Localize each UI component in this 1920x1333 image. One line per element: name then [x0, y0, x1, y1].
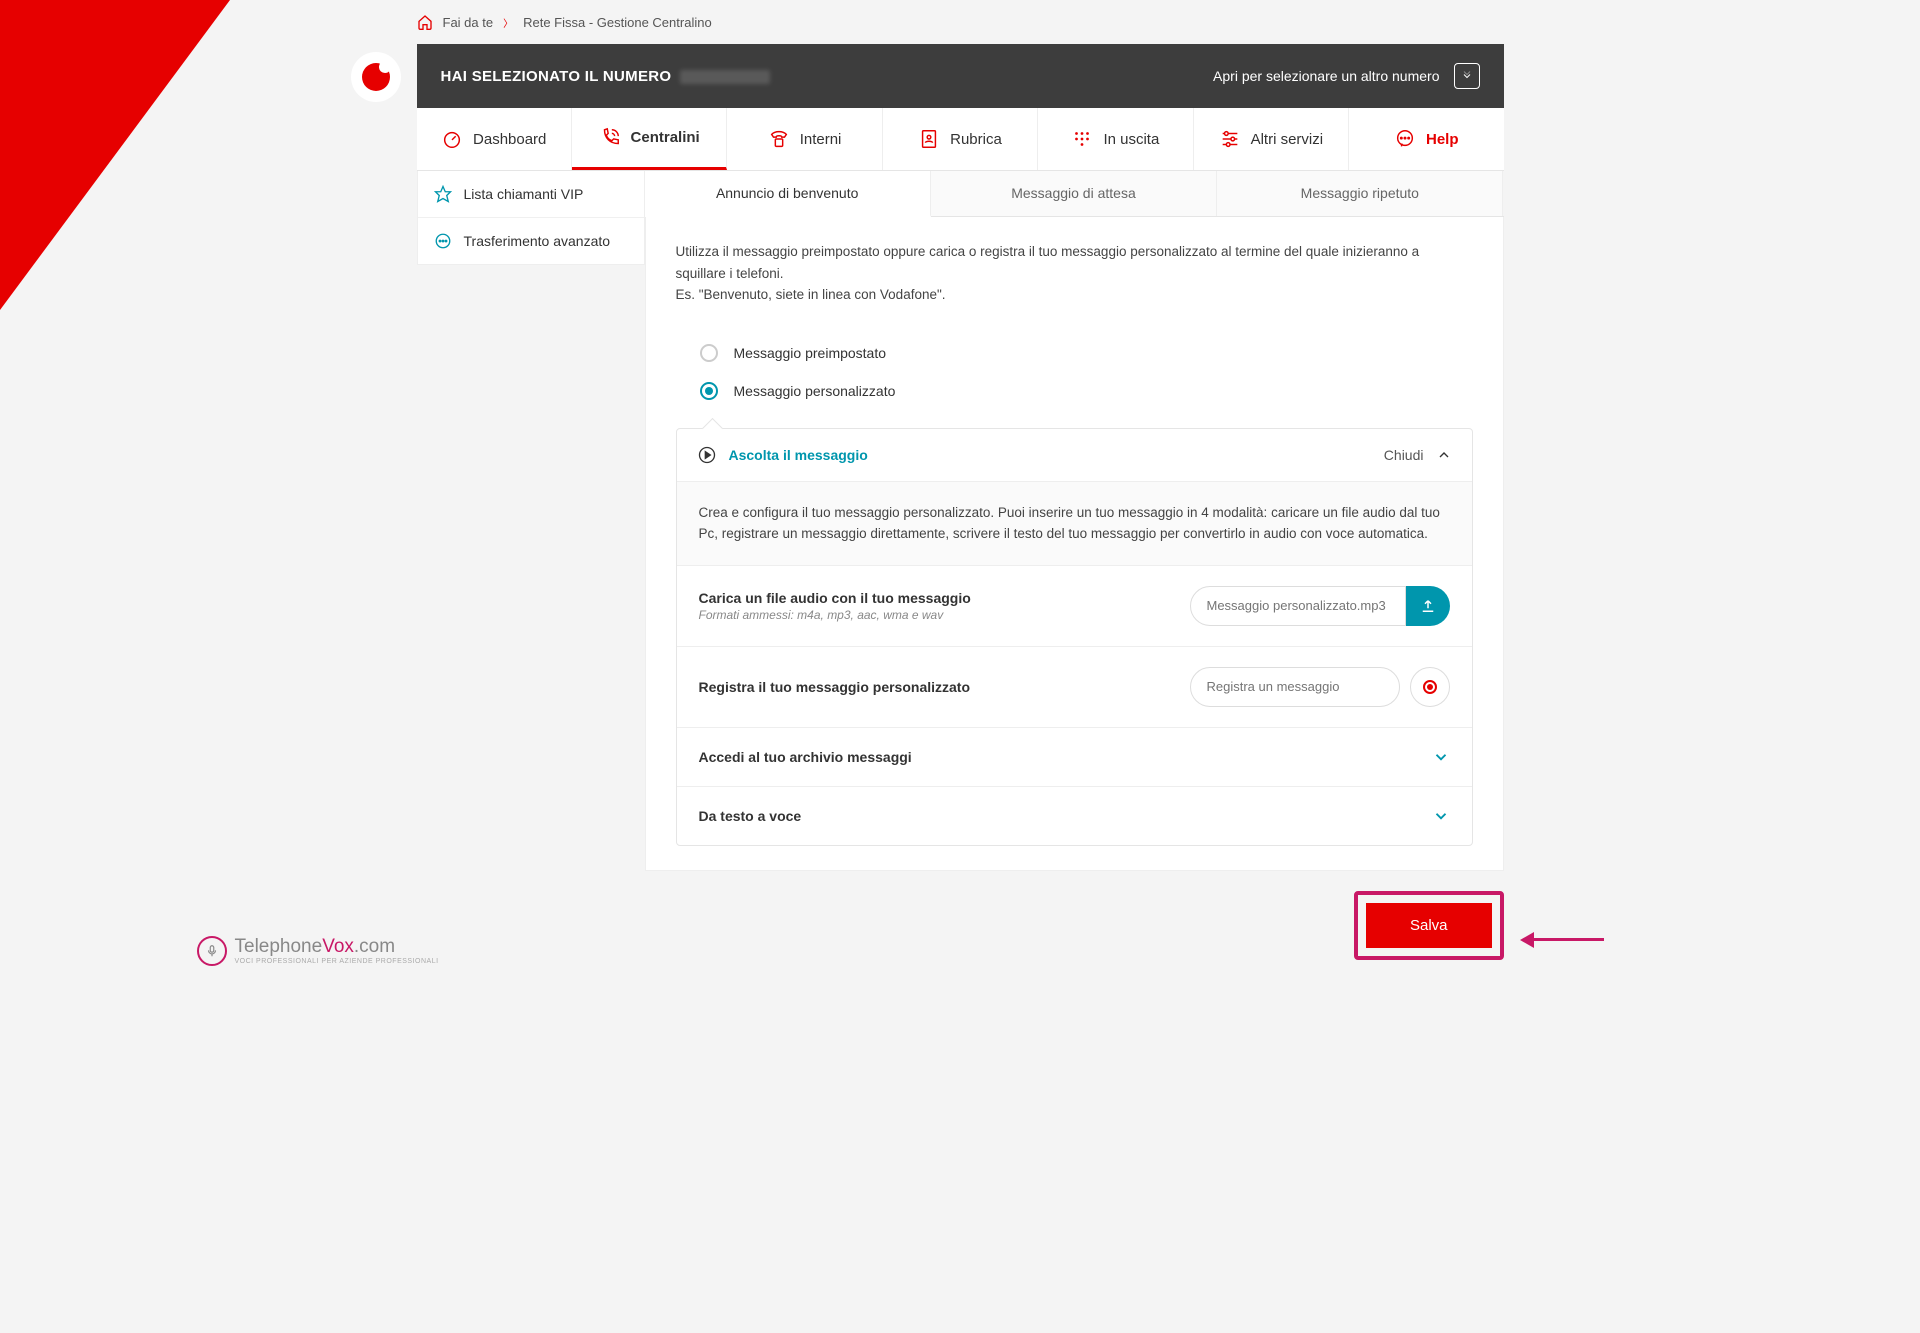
panel-description: Crea e configura il tuo messaggio person… — [677, 482, 1472, 565]
save-highlight: Salva — [1354, 891, 1504, 960]
radio-checked-icon — [700, 382, 718, 400]
chevron-down-icon — [1432, 748, 1450, 766]
decorative-triangle — [0, 0, 230, 310]
arrow-annotation — [1520, 932, 1604, 948]
record-input[interactable] — [1190, 667, 1400, 707]
dialpad-icon — [1071, 128, 1093, 150]
star-icon — [434, 185, 452, 203]
record-icon — [1423, 680, 1437, 694]
breadcrumb-current: Rete Fissa - Gestione Centralino — [523, 15, 712, 30]
breadcrumb: Fai da te 〉 Rete Fissa - Gestione Centra… — [417, 0, 1504, 44]
tab-uscita[interactable]: In uscita — [1038, 108, 1193, 170]
upload-row: Carica un file audio con il tuo messaggi… — [677, 565, 1472, 646]
subtab-ripetuto[interactable]: Messaggio ripetuto — [1217, 171, 1503, 216]
play-icon[interactable] — [697, 445, 717, 465]
record-label: Registra il tuo messaggio personalizzato — [699, 679, 1170, 695]
upload-formats: Formati ammessi: m4a, mp3, aac, wma e wa… — [699, 608, 1170, 622]
subtab-attesa[interactable]: Messaggio di attesa — [931, 171, 1217, 216]
header-label: HAI SELEZIONATO IL NUMERO — [441, 68, 672, 85]
select-other-label: Apri per selezionare un altro numero — [1213, 68, 1439, 84]
gauge-icon — [441, 128, 463, 150]
home-icon[interactable] — [417, 14, 433, 30]
chat-icon — [1394, 128, 1416, 150]
upload-icon — [1419, 597, 1437, 615]
tts-row[interactable]: Da testo a voce — [677, 786, 1472, 845]
phone-ring-icon — [599, 127, 621, 149]
tab-altri-servizi[interactable]: Altri servizi — [1194, 108, 1349, 170]
custom-message-panel: Ascolta il messaggio Chiudi Crea e confi… — [676, 428, 1473, 846]
upload-input[interactable] — [1190, 586, 1406, 626]
tab-rubrica[interactable]: Rubrica — [883, 108, 1038, 170]
microphone-icon — [197, 936, 227, 966]
contacts-icon — [918, 128, 940, 150]
tab-dashboard[interactable]: Dashboard — [417, 108, 572, 170]
main-tabs: Dashboard Centralini Interni Rubrica In … — [417, 108, 1504, 171]
sidebar-item-transfer[interactable]: Trasferimento avanzato — [418, 218, 644, 264]
breadcrumb-home[interactable]: Fai da te — [443, 15, 494, 30]
sidebar-item-vip[interactable]: Lista chiamanti VIP — [418, 171, 644, 218]
save-button[interactable]: Salva — [1366, 903, 1492, 948]
upload-button[interactable] — [1406, 586, 1450, 626]
sidebar-label: Trasferimento avanzato — [464, 233, 611, 249]
header-bar: HAI SELEZIONATO IL NUMERO Apri per selez… — [417, 44, 1504, 108]
tab-centralini[interactable]: Centralini — [572, 108, 727, 170]
transfer-icon — [434, 232, 452, 250]
subtabs: Annuncio di benvenuto Messaggio di attes… — [645, 171, 1504, 217]
vodafone-logo — [351, 52, 401, 102]
subtab-annuncio[interactable]: Annuncio di benvenuto — [645, 171, 931, 217]
close-panel[interactable]: Chiudi — [1384, 447, 1452, 463]
radio-custom[interactable]: Messaggio personalizzato — [676, 372, 1473, 410]
upload-label: Carica un file audio con il tuo messaggi… — [699, 590, 1170, 606]
phone-old-icon — [768, 128, 790, 150]
radio-icon — [700, 344, 718, 362]
chevron-right-icon: 〉 — [503, 15, 513, 30]
record-button[interactable] — [1410, 667, 1450, 707]
tab-interni[interactable]: Interni — [727, 108, 882, 170]
listen-link[interactable]: Ascolta il messaggio — [729, 447, 868, 463]
phone-number-blurred — [680, 70, 770, 84]
settings-list-icon — [1219, 128, 1241, 150]
select-number-dropdown[interactable] — [1454, 63, 1480, 89]
chevron-up-icon — [1436, 447, 1452, 463]
radio-preset[interactable]: Messaggio preimpostato — [676, 334, 1473, 372]
sidebar: Lista chiamanti VIP Trasferimento avanza… — [417, 171, 645, 265]
sidebar-label: Lista chiamanti VIP — [464, 186, 584, 202]
tab-help[interactable]: Help — [1349, 108, 1503, 170]
record-row: Registra il tuo messaggio personalizzato — [677, 646, 1472, 727]
archive-row[interactable]: Accedi al tuo archivio messaggi — [677, 727, 1472, 786]
chevron-down-icon — [1432, 807, 1450, 825]
intro-text: Utilizza il messaggio preimpostato oppur… — [676, 241, 1473, 306]
telephonevox-logo: TelephoneVox.com Voci professionali per … — [197, 936, 439, 966]
